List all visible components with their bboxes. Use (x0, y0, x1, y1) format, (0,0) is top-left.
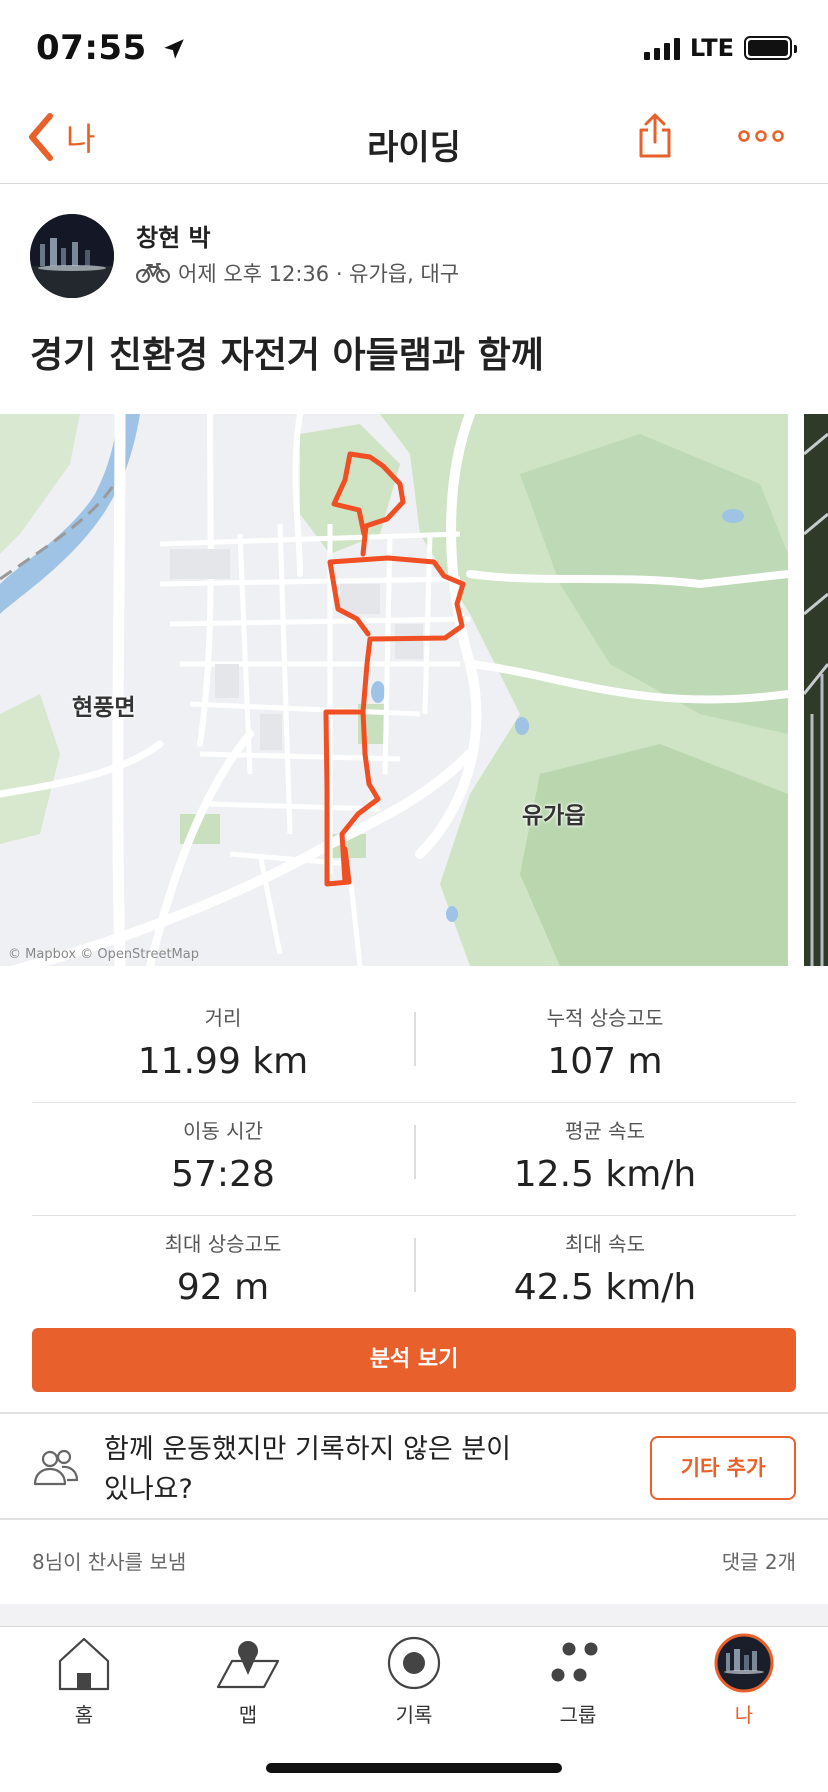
tab-groups[interactable]: 그룹 (508, 1627, 648, 1737)
map-label-east: 유가읍 (522, 803, 586, 829)
add-others-prompt: 함께 운동했지만 기록하지 않은 분이 있나요? 기타 추가 (32, 1426, 796, 1536)
tab-label: 나 (734, 1703, 754, 1727)
more-button[interactable] (738, 128, 784, 147)
map-pin-icon (178, 1633, 318, 1693)
map-attribution: © Mapbox © OpenStreetMap (8, 947, 199, 962)
network-label: LTE (689, 34, 734, 62)
divider (0, 1412, 828, 1414)
stat-label: 누적 상승고도 (546, 1006, 664, 1030)
record-icon (344, 1633, 484, 1693)
bike-icon (136, 263, 170, 283)
next-photo-peek[interactable] (804, 414, 828, 966)
stat-value: 12.5 km/h (513, 1154, 697, 1195)
stat-row: 거리 11.99 km 누적 상승고도 107 m (32, 990, 796, 1103)
stat-label: 최대 상승고도 (164, 1232, 282, 1256)
add-others-text: 함께 운동했지만 기록하지 않은 분이 있나요? (104, 1434, 511, 1505)
kudos-link[interactable]: 8님이 찬사를 보냄 (32, 1546, 186, 1575)
more-icon (738, 130, 784, 142)
tab-maps[interactable]: 맵 (178, 1627, 318, 1737)
tab-label: 홈 (74, 1703, 94, 1727)
home-icon (14, 1633, 154, 1693)
signal-icon (643, 36, 680, 60)
stat-value: 42.5 km/h (513, 1267, 697, 1308)
stat-label: 평균 속도 (565, 1119, 645, 1143)
status-time: 07:55 (36, 28, 187, 68)
activity-meta: 어제 오후 12:36 · 유가읍, 대구 (136, 258, 459, 288)
stat-value: 107 m (547, 1041, 663, 1082)
page-title: 라이딩 (367, 128, 461, 168)
tab-record[interactable]: 기록 (344, 1627, 484, 1737)
athlete-header: 창현 박 어제 오후 12:36 · 유가읍, 대구 (30, 214, 798, 298)
stat-max-speed: 최대 속도 42.5 km/h (414, 1216, 796, 1308)
home-indicator (266, 1763, 562, 1773)
avatar (674, 1633, 814, 1693)
status-bar: 07:55 LTE (0, 0, 828, 98)
share-button[interactable] (636, 112, 674, 164)
route-map[interactable]: 현풍면 유가읍 © Mapbox © OpenStreetMap (0, 414, 788, 966)
add-others-button[interactable]: 기타 추가 (650, 1436, 796, 1500)
tab-label: 맵 (238, 1703, 258, 1727)
stat-avg-speed: 평균 속도 12.5 km/h (414, 1103, 796, 1195)
tab-label: 그룹 (559, 1703, 597, 1727)
stat-label: 최대 속도 (565, 1232, 645, 1256)
share-icon (639, 113, 671, 158)
stats-grid: 거리 11.99 km 누적 상승고도 107 m 이동 시간 57:28 평균… (32, 990, 796, 1329)
stat-label: 이동 시간 (183, 1119, 263, 1143)
activity-meta-text: 어제 오후 12:36 · 유가읍, 대구 (178, 262, 460, 286)
stat-moving-time: 이동 시간 57:28 (32, 1103, 414, 1195)
athlete-name[interactable]: 창현 박 (136, 218, 211, 253)
battery-icon (744, 36, 797, 60)
map-label-west: 현풍면 (72, 695, 136, 721)
stat-row: 이동 시간 57:28 평균 속도 12.5 km/h (32, 1103, 796, 1216)
tab-label: 기록 (395, 1703, 433, 1727)
activity-title: 경기 친환경 자전거 아들램과 함께 (30, 335, 544, 376)
stat-row: 최대 상승고도 92 m 최대 속도 42.5 km/h (32, 1216, 796, 1329)
location-arrow-icon (164, 39, 184, 59)
stat-elevation-gain: 누적 상승고도 107 m (414, 990, 796, 1082)
stat-max-elevation: 최대 상승고도 92 m (32, 1216, 414, 1308)
athlete-avatar[interactable] (30, 214, 114, 298)
stat-value: 92 m (176, 1267, 270, 1308)
divider (0, 1518, 828, 1520)
tab-you[interactable]: 나 (674, 1627, 814, 1737)
stat-value: 57:28 (171, 1154, 275, 1195)
view-analysis-button[interactable]: 분석 보기 (32, 1328, 796, 1392)
stat-distance: 거리 11.99 km (32, 990, 414, 1082)
stat-label: 거리 (204, 1006, 242, 1030)
section-separator (0, 1604, 828, 1626)
social-summary: 8님이 찬사를 보냄 댓글 2개 (32, 1546, 796, 1576)
stat-value: 11.99 km (137, 1041, 309, 1082)
groups-icon (508, 1633, 648, 1693)
status-indicators: LTE (643, 34, 797, 62)
people-icon (32, 1448, 80, 1492)
comments-link[interactable]: 댓글 2개 (722, 1546, 796, 1575)
tab-home[interactable]: 홈 (14, 1627, 154, 1737)
nav-bar: 나 라이딩 (0, 98, 828, 184)
